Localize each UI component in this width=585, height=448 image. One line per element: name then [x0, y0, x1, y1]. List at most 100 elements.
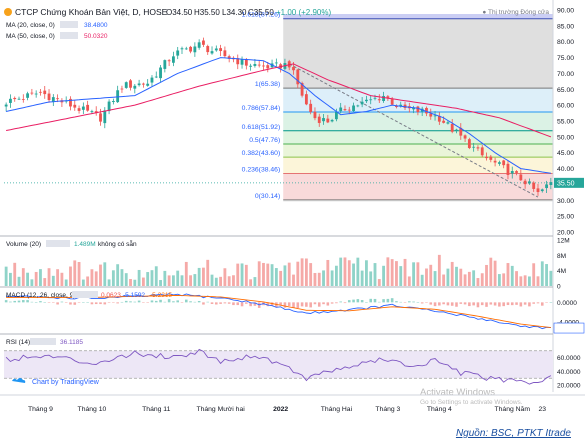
candle-body — [304, 94, 308, 105]
volume-bar — [412, 262, 416, 286]
candle-body — [90, 111, 94, 113]
volume-bar — [356, 257, 360, 286]
price-tick-label: 55.00 — [557, 119, 574, 126]
volume-bar — [210, 274, 214, 286]
candle-body — [317, 116, 321, 123]
candle-body — [26, 93, 30, 98]
volume-bar — [493, 260, 497, 286]
volume-bar — [489, 257, 493, 286]
volume-bar — [347, 260, 351, 286]
candle-body — [527, 181, 531, 184]
candle-body — [463, 135, 467, 139]
volume-bar — [365, 260, 368, 286]
volume-bar — [296, 261, 300, 286]
candle-body — [244, 59, 248, 66]
ohlc-change: +1.00 (+2.90%) — [276, 8, 331, 17]
volume-bar — [403, 258, 407, 286]
candle-body — [523, 180, 527, 185]
volume-bar — [214, 277, 218, 286]
trading-chart[interactable]: 1.618(87.26)1(65.38)0.786(57.84)0.618(51… — [0, 0, 585, 443]
macd-histogram-bar — [549, 302, 553, 303]
volume-bar — [283, 265, 287, 286]
candle-body — [334, 112, 338, 120]
candle-body — [47, 93, 51, 101]
source-caption: Nguồn: BSC, PTKT Itrade — [455, 428, 571, 439]
fib-level-label: 0.382(43.60) — [242, 150, 281, 157]
candle-body — [189, 46, 192, 52]
macd-histogram-bar — [163, 301, 167, 303]
volume-bar — [116, 264, 120, 286]
volume-bar — [420, 274, 424, 286]
volume-bar — [429, 264, 433, 286]
volume-bar — [274, 268, 278, 286]
macd-histogram-bar — [9, 301, 12, 303]
macd-histogram-bar — [180, 302, 184, 303]
last-price-tag-label: 35.50 — [557, 181, 575, 188]
candle-body — [455, 129, 458, 131]
rsi-band — [4, 350, 553, 379]
volume-bar — [287, 262, 291, 286]
volume-bar — [249, 279, 253, 286]
volume-bar — [515, 271, 518, 286]
activate-windows-watermark: Activate Windows — [420, 387, 495, 398]
candle-body — [309, 103, 313, 112]
candle-body — [34, 93, 38, 95]
volume-bar — [317, 272, 321, 286]
candle-body — [77, 108, 81, 111]
macd-histogram-bar — [142, 302, 145, 303]
macd-histogram-bar — [480, 302, 484, 306]
volume-bar — [56, 269, 60, 286]
volume-bar — [120, 269, 124, 286]
volume-legend-buttons — [46, 240, 70, 247]
volume-bar — [4, 266, 8, 286]
time-tick-label: 2022 — [273, 406, 288, 413]
macd-histogram-bar — [137, 300, 141, 303]
macd-legend-value: -5.1592 — [123, 292, 145, 299]
volume-bar — [549, 270, 553, 286]
macd-histogram-bar — [390, 298, 394, 303]
rsi-tick-label: 40.0000 — [557, 369, 581, 376]
macd-histogram-bar — [99, 302, 102, 305]
macd-histogram-bar — [133, 301, 137, 303]
macd-histogram-bar — [167, 299, 171, 303]
rsi-legend-label: RSI (14) — [6, 339, 30, 346]
ma20-legend-value: 38.4800 — [84, 22, 108, 29]
volume-bar — [51, 275, 55, 286]
macd-histogram-bar — [369, 298, 373, 303]
candle-body — [365, 99, 368, 102]
macd-histogram-bar — [438, 302, 441, 306]
volume-bar — [532, 263, 536, 286]
price-tick-label: 25.00 — [557, 214, 574, 221]
candle-body — [313, 111, 317, 119]
volume-bar — [90, 269, 94, 286]
candle-body — [253, 64, 257, 66]
candle-body — [184, 48, 188, 50]
volume-bar — [545, 264, 548, 286]
rsi-tick-label: 60.0000 — [557, 355, 581, 362]
volume-bar — [540, 261, 544, 286]
volume-bar — [304, 258, 308, 286]
volume-bar — [124, 273, 128, 286]
time-tick-label: Tháng 11 — [142, 406, 170, 413]
candle-body — [373, 97, 377, 99]
volume-bar — [189, 275, 192, 286]
macd-histogram-bar — [120, 301, 124, 303]
candle-body — [159, 67, 162, 79]
candle-body — [133, 85, 137, 89]
candle-body — [416, 106, 420, 113]
macd-histogram-bar — [47, 302, 51, 303]
macd-legend-value: -5.2215 — [150, 292, 172, 299]
candle-body — [322, 118, 325, 122]
volume-bar — [17, 276, 21, 286]
volume-bar — [386, 257, 390, 286]
macd-histogram-bar — [425, 302, 428, 303]
candle-body — [257, 64, 261, 66]
volume-bar — [34, 271, 38, 286]
macd-histogram-bar — [412, 301, 415, 303]
macd-histogram-bar — [219, 302, 222, 304]
candle-body — [141, 83, 145, 85]
volume-bar — [497, 274, 501, 286]
macd-histogram-bar — [287, 302, 291, 307]
macd-histogram-bar — [416, 302, 420, 303]
price-tick-label: 30.00 — [557, 198, 574, 205]
